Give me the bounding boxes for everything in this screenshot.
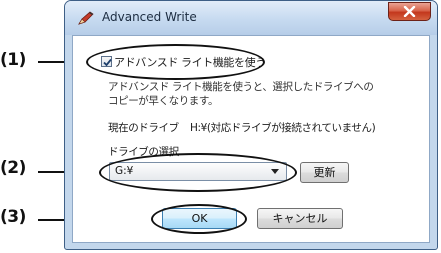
title-bar[interactable]: Advanced Write bbox=[65, 1, 437, 35]
window-title: Advanced Write bbox=[102, 10, 197, 24]
callout-label-1: (1) bbox=[0, 50, 26, 70]
close-x-icon bbox=[403, 6, 416, 17]
description-line-2: コピーが早くなります。 bbox=[108, 95, 219, 107]
pen-icon bbox=[77, 10, 95, 26]
callout-label-2: (2) bbox=[0, 158, 26, 178]
callout-ellipse-1 bbox=[86, 44, 265, 80]
callout-ellipse-3 bbox=[151, 204, 247, 234]
callout-ellipse-2 bbox=[99, 153, 297, 192]
close-button[interactable] bbox=[388, 2, 431, 21]
current-drive-label: 現在のドライブ bbox=[108, 122, 179, 134]
refresh-button[interactable]: 更新 bbox=[300, 162, 349, 183]
current-drive-value: H:¥(対応ドライブが接続されていません) bbox=[190, 122, 376, 134]
callout-label-3: (3) bbox=[0, 207, 26, 227]
cancel-button[interactable]: キャンセル bbox=[257, 208, 343, 229]
description-line-1: アドバンスド ライト機能を使うと、選択したドライブへの bbox=[108, 81, 374, 93]
